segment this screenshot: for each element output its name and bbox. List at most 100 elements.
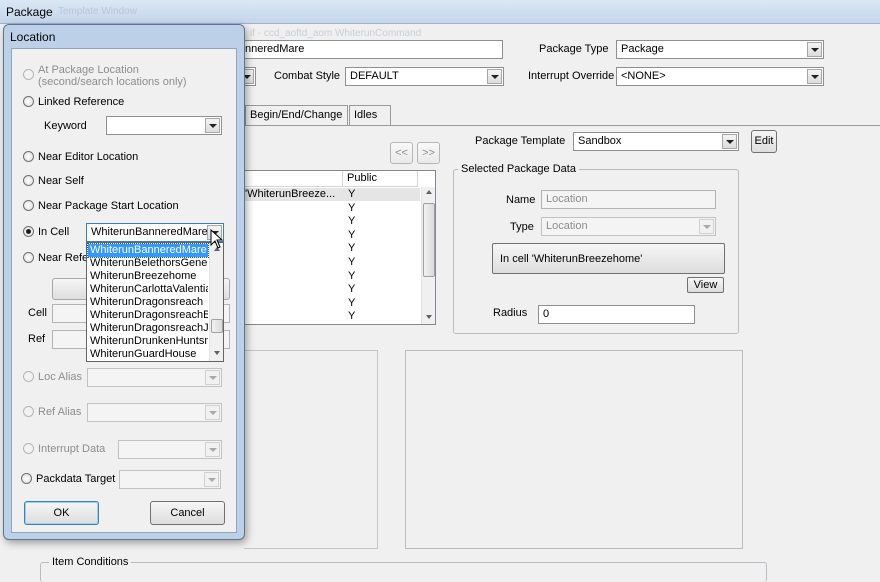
dropdown-item[interactable]: WhiterunCarlottaValentia: [88, 283, 208, 296]
radio-near-package-start-location[interactable]: [23, 200, 34, 211]
radio-at-package-location[interactable]: [23, 69, 34, 80]
package-template-select[interactable]: Sandbox: [573, 132, 739, 151]
radio-linked-reference[interactable]: [23, 96, 34, 107]
tab-begin-end-change[interactable]: Begin/End/Change: [245, 105, 348, 125]
selected-package-data-title: Selected Package Data: [458, 163, 579, 175]
lower-left-pane: [244, 350, 378, 549]
dropdown-item[interactable]: WhiterunDragonsreachJarlsQuarters: [88, 322, 208, 335]
ghost-row-text: if - ccd_aoftd_aom WhiterunCommand: [250, 28, 422, 39]
table-row[interactable]: Y: [245, 310, 420, 323]
at-package-location-note: (second/search locations only): [38, 76, 187, 88]
selected-name-label: Name: [506, 194, 536, 206]
item-conditions-label: Item Conditions: [49, 556, 132, 568]
keyword-select[interactable]: [106, 116, 222, 135]
radius-value: 0: [543, 308, 550, 320]
prev-button[interactable]: <<: [390, 142, 413, 164]
main-window-title: Package: [6, 5, 53, 19]
package-type-label: Package Type: [539, 43, 609, 55]
interrupt-data-select: [118, 440, 222, 459]
in-cell-select[interactable]: WhiterunBanneredMare: [86, 223, 224, 242]
package-type-value: Package: [621, 43, 664, 55]
dropdown-item[interactable]: WhiterunBreezehome: [88, 270, 208, 283]
loc-alias-label: Loc Alias: [38, 371, 83, 383]
selected-type-select: Location: [541, 217, 716, 236]
chevron-down-icon[interactable]: [722, 134, 737, 149]
dropdown-scroll-thumb[interactable]: [211, 319, 223, 333]
dropdown-item[interactable]: WhiterunBanneredMare: [87, 243, 209, 258]
location-summary-button[interactable]: In cell 'WhiterunBreezehome': [492, 243, 725, 274]
scroll-down-icon[interactable]: [214, 351, 220, 355]
list-header-public[interactable]: Public: [343, 171, 418, 187]
ok-button[interactable]: OK: [24, 501, 99, 525]
tab-idles[interactable]: Idles: [349, 105, 391, 125]
package-id-value: nneredMare: [245, 43, 305, 55]
chevron-down-icon: [204, 472, 219, 487]
table-row[interactable]: Y: [245, 256, 420, 269]
edit-template-button[interactable]: Edit: [751, 130, 777, 153]
radius-label: Radius: [493, 307, 528, 319]
chevron-down-icon[interactable]: [487, 69, 502, 84]
chevron-down-icon[interactable]: [205, 118, 220, 133]
interrupt-override-select[interactable]: <NONE>: [616, 67, 824, 86]
dropdown-item[interactable]: WhiterunDragonsreachBasement: [88, 309, 208, 322]
list-scrollbar[interactable]: [421, 187, 435, 324]
next-button[interactable]: >>: [417, 142, 440, 164]
scroll-down-icon[interactable]: [426, 315, 432, 319]
selected-type-label: Type: [510, 221, 534, 233]
interrupt-override-label: Interrupt Override: [528, 70, 615, 82]
package-type-select[interactable]: Package: [616, 40, 824, 59]
chevron-down-icon[interactable]: [807, 69, 822, 84]
cancel-button[interactable]: Cancel: [150, 501, 225, 525]
radius-field[interactable]: 0: [538, 305, 695, 324]
dropdown-item[interactable]: WhiterunDrunkenHuntsman: [88, 335, 208, 348]
list-header-name[interactable]: [245, 171, 343, 187]
radio-near-editor-location[interactable]: [23, 151, 34, 162]
package-data-list[interactable]: Public 'WhiterunBreeze... Y Y Y Y Y Y Y Y Y Y: [244, 170, 436, 325]
table-row[interactable]: 'WhiterunBreeze... Y: [245, 188, 420, 201]
radio-in-cell[interactable]: [23, 226, 34, 237]
selected-type-value: Location: [546, 220, 588, 232]
near-editor-location-label: Near Editor Location: [38, 151, 139, 163]
ref-label: Ref: [28, 333, 46, 345]
radio-ref-alias[interactable]: [23, 406, 34, 417]
ref-alias-label: Ref Alias: [38, 406, 82, 418]
dropdown-item[interactable]: WhiterunBelethorsGeneralGoods: [88, 257, 208, 270]
tab-panel-border: [244, 125, 880, 126]
table-row[interactable]: Y: [245, 270, 420, 283]
radio-near-reference[interactable]: [23, 252, 34, 263]
table-cell-name: 'WhiterunBreeze...: [245, 188, 336, 200]
chevron-down-icon[interactable]: [807, 42, 822, 57]
table-row[interactable]: Y: [245, 297, 420, 310]
table-row[interactable]: Y: [245, 242, 420, 255]
in-cell-dropdown-list[interactable]: WhiterunBanneredMare WhiterunBelethorsGen…: [86, 242, 224, 362]
mouse-cursor-icon: [210, 229, 224, 249]
table-cell-public: Y: [348, 188, 356, 200]
radio-packdata-target[interactable]: [21, 473, 32, 484]
scroll-up-icon[interactable]: [426, 190, 432, 194]
table-row[interactable]: Y: [245, 229, 420, 242]
dropdown-item[interactable]: WhiterunGuardHouse: [88, 348, 208, 361]
table-cell-public: Y: [348, 201, 356, 214]
combat-style-select[interactable]: DEFAULT: [345, 67, 504, 86]
radio-near-self[interactable]: [23, 175, 34, 186]
scroll-thumb[interactable]: [423, 203, 435, 277]
package-template-value: Sandbox: [578, 135, 622, 147]
table-row[interactable]: Y: [245, 202, 420, 215]
chevron-down-icon: [205, 442, 220, 457]
ref-alias-select: [87, 403, 222, 422]
near-reference-label: Near Refe: [38, 252, 89, 264]
table-row[interactable]: Y: [245, 283, 420, 296]
package-id-field[interactable]: nneredMare: [240, 40, 503, 59]
table-row[interactable]: Y: [245, 215, 420, 228]
main-window-title-ghost: Template Window: [58, 6, 137, 17]
table-cell-public: Y: [348, 215, 356, 228]
view-button[interactable]: View: [687, 277, 724, 293]
table-cell-public: Y: [348, 256, 356, 268]
radio-loc-alias[interactable]: [23, 371, 34, 382]
cell-label: Cell: [28, 307, 47, 319]
package-template-label: Package Template: [475, 135, 566, 147]
radio-interrupt-data[interactable]: [23, 443, 34, 454]
chevron-down-icon: [699, 219, 714, 234]
dropdown-scrollbar[interactable]: [209, 243, 223, 361]
dropdown-item[interactable]: WhiterunDragonsreach: [88, 296, 208, 309]
